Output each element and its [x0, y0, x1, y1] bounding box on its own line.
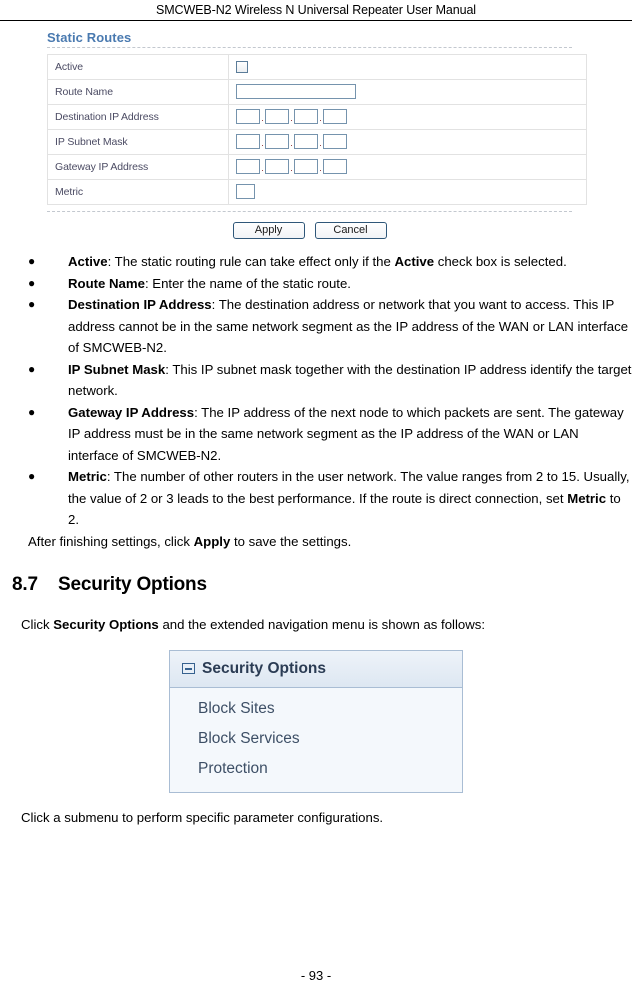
bullet-icon: ●: [28, 469, 36, 483]
after-settings-paragraph: After finishing settings, click Apply to…: [0, 531, 632, 553]
destination-ip-octet-4[interactable]: [323, 109, 347, 125]
table-row-subnet-mask: IP Subnet Mask ...: [47, 129, 587, 155]
apply-button[interactable]: Apply: [232, 222, 305, 239]
panel-title: Static Routes: [47, 30, 132, 45]
header-divider: [0, 20, 632, 21]
route-name-input[interactable]: [236, 84, 356, 100]
term-route-name: Route Name: [68, 275, 145, 291]
click-security-tail: and the extended navigation menu is show…: [158, 617, 486, 632]
click-security-bold: Security Options: [53, 617, 159, 632]
field-active: [228, 54, 587, 80]
term-active: Active: [68, 254, 108, 269]
desc-text: : Enter the name of the static route.: [144, 275, 351, 291]
bullet-icon: ●: [28, 404, 36, 419]
security-options-nav-screenshot: Security Options Block Sites Block Servi…: [0, 649, 632, 793]
active-checkbox[interactable]: [236, 60, 248, 73]
label-gateway-ip: Gateway IP Address: [47, 154, 229, 180]
parameter-description-list: ● Active: The static routing rule can tak…: [0, 251, 632, 531]
destination-ip-octet-3[interactable]: [294, 109, 318, 125]
list-item: ● IP Subnet Mask: This IP subnet mask tog…: [0, 359, 632, 402]
label-route-name: Route Name: [47, 79, 229, 105]
minus-icon[interactable]: [182, 662, 195, 674]
list-item: ● Active: The static routing rule can tak…: [0, 251, 632, 273]
bullet-icon: ●: [28, 361, 36, 376]
after-settings-apply: Apply: [193, 533, 231, 549]
panel-top-divider: [47, 47, 572, 48]
term-subnet-mask: IP Subnet Mask: [68, 361, 166, 377]
desc-text: : The static routing rule can take effec…: [107, 254, 395, 269]
cancel-button[interactable]: Cancel: [314, 222, 387, 239]
page-footer: - 93 -: [0, 968, 632, 983]
navbox-item-list: Block Sites Block Services Protection: [170, 688, 462, 792]
desc-bold: Metric: [567, 490, 607, 506]
bullet-icon: ●: [28, 275, 36, 290]
list-item: ● Route Name: Enter the name of the stati…: [0, 273, 632, 295]
subnet-mask-octet-3[interactable]: [294, 134, 318, 150]
subnet-mask-octet-4[interactable]: [323, 134, 347, 150]
desc-text: check box is selected.: [434, 254, 567, 269]
static-routes-form-table: Active Route Name Destination IP Address…: [47, 54, 587, 205]
sidebar-item-block-services[interactable]: Block Services: [170, 724, 462, 754]
after-settings-tail: to save the settings.: [230, 533, 352, 549]
table-row-active: Active: [47, 54, 587, 80]
security-options-navbox: Security Options Block Sites Block Servi…: [169, 649, 463, 793]
page-title: 8.7 Security Options: [12, 574, 632, 596]
panel-button-row: Apply Cancel: [47, 220, 572, 239]
table-row-gateway-ip: Gateway IP Address ...: [47, 154, 587, 180]
table-row-destination-ip: Destination IP Address ...: [47, 104, 587, 130]
running-header: SMCWEB-N2 Wireless N Universal Repeater …: [0, 0, 632, 18]
navbox-header-label: Security Options: [202, 659, 327, 677]
section-title: Security Options: [58, 574, 207, 595]
list-item: ● Destination IP Address: The destination…: [0, 294, 632, 359]
metric-input[interactable]: [236, 184, 255, 200]
bullet-icon: ●: [28, 297, 36, 311]
field-route-name: [228, 79, 587, 105]
list-item: ● Metric: The number of other routers in …: [0, 466, 632, 531]
static-routes-panel: Static Routes Active Route Name Destinat…: [47, 30, 587, 239]
gateway-ip-octet-4[interactable]: [323, 159, 347, 175]
click-submenu-paragraph: Click a submenu to perform specific para…: [21, 809, 384, 825]
running-header-title: SMCWEB-N2 Wireless N Universal Repeater …: [156, 3, 476, 17]
section-number: 8.7: [12, 574, 38, 595]
table-row-metric: Metric: [47, 179, 587, 205]
click-security-lead: Click: [21, 617, 54, 632]
term-metric: Metric: [68, 469, 107, 484]
desc-bold: Active: [394, 254, 435, 269]
field-gateway-ip: ...: [228, 154, 587, 180]
navbox-header[interactable]: Security Options: [170, 650, 462, 688]
field-subnet-mask: ...: [228, 129, 587, 155]
label-destination-ip: Destination IP Address: [47, 104, 229, 130]
gateway-ip-octet-2[interactable]: [265, 159, 289, 175]
gateway-ip-octet-1[interactable]: [236, 159, 260, 175]
destination-ip-octet-2[interactable]: [265, 109, 289, 125]
subnet-mask-octet-2[interactable]: [265, 134, 289, 150]
term-gateway-ip: Gateway IP Address: [68, 404, 195, 420]
label-active: Active: [47, 54, 229, 80]
desc-text: : The number of other routers in the use…: [68, 469, 630, 506]
subnet-mask-octet-1[interactable]: [236, 134, 260, 150]
term-destination-ip: Destination IP Address: [68, 297, 212, 312]
sidebar-item-block-sites[interactable]: Block Sites: [170, 694, 462, 724]
list-item: ● Gateway IP Address: The IP address of t…: [0, 402, 632, 467]
destination-ip-octet-1[interactable]: [236, 109, 260, 125]
label-metric: Metric: [47, 179, 229, 205]
page-number: - 93 -: [300, 968, 332, 983]
label-subnet-mask: IP Subnet Mask: [47, 129, 229, 155]
sidebar-item-protection[interactable]: Protection: [170, 754, 462, 784]
field-destination-ip: ...: [228, 104, 587, 130]
field-metric: [228, 179, 587, 205]
panel-bottom-divider: [47, 211, 572, 212]
after-settings-lead: After finishing settings, click: [28, 533, 194, 549]
click-security-paragraph: Click Security Options and the extended …: [0, 614, 632, 636]
table-row-route-name: Route Name: [47, 79, 587, 105]
gateway-ip-octet-3[interactable]: [294, 159, 318, 175]
bullet-icon: ●: [28, 254, 36, 268]
